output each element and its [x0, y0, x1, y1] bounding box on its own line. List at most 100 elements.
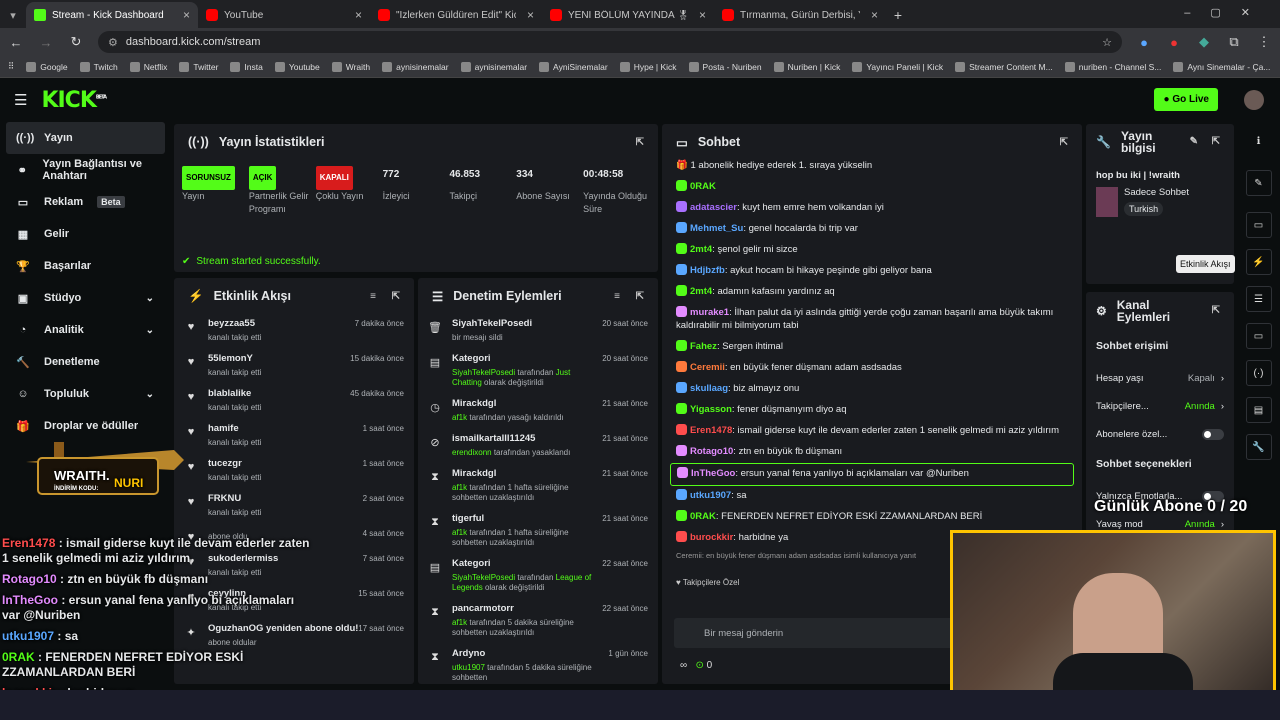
setting-row[interactable]: Takipçilere... Anında › [1086, 392, 1234, 420]
chat-message[interactable]: skullaag: biz almayız onu [662, 379, 1082, 400]
sidebar-item-7[interactable]: 🔨 Denetleme [0, 346, 172, 378]
moderator-name[interactable]: af1k [452, 528, 467, 537]
chat-message[interactable]: murake1: İlhan palut da iyi aslında gitt… [662, 303, 1082, 337]
moderator-name[interactable]: SiyahTekelPosedi [452, 573, 515, 582]
chat-username[interactable]: utku1907 [690, 490, 731, 501]
bookmark-item[interactable]: Streamer Content M... [955, 61, 1053, 72]
new-tab-button[interactable]: + [886, 2, 910, 28]
pinned-banner[interactable]: 🎁 1 abonelik hediye ederek 1. sıraya yük… [662, 160, 1082, 177]
moderation-row[interactable]: ⧗ tigerful af1k tarafından 1 hafta süreliğ… [418, 509, 658, 554]
moderator-name[interactable]: utku1907 [452, 663, 485, 672]
apps-grid-icon[interactable]: ⠿ [8, 61, 14, 72]
card-icon[interactable]: ▭ [1245, 212, 1272, 238]
bookmark-item[interactable]: Insta [230, 61, 263, 72]
extension-icon-2[interactable]: ● [1166, 35, 1182, 50]
bookmark-item[interactable]: Google [26, 61, 68, 72]
moderator-name[interactable]: erendixonn [452, 448, 492, 457]
chat-username[interactable]: InTheGoo [691, 468, 735, 479]
bookmark-item[interactable]: Nuriben | Kick [773, 61, 840, 72]
bookmark-star-icon[interactable]: ☆ [1102, 36, 1112, 49]
chat-message[interactable]: InTheGoo: ersun yanal fena yanlıyo bi aç… [670, 463, 1074, 486]
sidebar-item-8[interactable]: ☺ Topluluk ⌄ [0, 378, 172, 410]
kick-logo[interactable]: KICKBETA [41, 88, 107, 113]
chat-username[interactable]: 0RAK [690, 181, 716, 192]
bookmark-item[interactable]: Twitter [179, 61, 218, 72]
chat-message[interactable]: Mehmet_Su: genel hocalarda bi trip var [662, 219, 1082, 240]
chat-message[interactable]: utku1907: sa [662, 486, 1082, 507]
sidebar-item-3[interactable]: ▦ Gelir [0, 218, 172, 250]
sidebar-item-2[interactable]: ▭ Reklam Beta [0, 186, 172, 218]
tab-search-icon[interactable]: ▾ [0, 2, 26, 28]
moderation-row[interactable]: ⧗ Mirackdgl af1k tarafından 1 hafta süreli… [418, 464, 658, 509]
popout-icon[interactable]: ⇱ [392, 291, 400, 302]
chat-message[interactable]: Yigasson: fener düşmanıyım diyo aq [662, 400, 1082, 421]
bookmark-item[interactable]: Yayıncı Paneli | Kick [852, 61, 943, 72]
extensions-puzzle-icon[interactable]: ⧉ [1226, 34, 1242, 50]
activity-row[interactable]: ♥ 55lemonY kanalı takip etti 15 dakika önce [174, 349, 414, 384]
popout-icon[interactable]: ⇱ [636, 291, 644, 302]
edit-icon[interactable]: ✎ [1245, 170, 1272, 196]
sidebar-item-6[interactable]: ◔ Analitik ⌄ [0, 314, 172, 346]
moderation-row[interactable]: ▤ Kategori SiyahTekelPosedi tarafından Lea… [418, 554, 658, 599]
moderator-name[interactable]: af1k [452, 618, 467, 627]
category-thumbnail[interactable] [1096, 187, 1118, 217]
window-controls[interactable]: –▢✕ [1184, 6, 1270, 19]
chat-username[interactable]: 2mt4 [690, 286, 712, 297]
chat-username[interactable]: adatascier [690, 202, 737, 213]
browser-tab-youtube-3[interactable]: YENİ BÖLÜM YAYINDA 🎖 @O × [542, 2, 714, 28]
avatar[interactable] [1244, 90, 1264, 110]
chat-username[interactable]: 2mt4 [690, 244, 712, 255]
chat-username[interactable]: Mehmet_Su [690, 223, 743, 234]
broadcast-icon[interactable]: (·) [1245, 360, 1272, 386]
close-icon[interactable]: × [183, 8, 190, 22]
chat-message[interactable]: 0RAK [662, 177, 1082, 198]
moderation-row[interactable]: 🗑 SiyahTekelPosedi bir mesajı sildi 20 saat… [418, 314, 658, 349]
chat-username[interactable]: Rotago10 [690, 446, 733, 457]
close-icon[interactable]: × [871, 8, 878, 22]
popout-icon[interactable]: ⇱ [1212, 136, 1220, 148]
moderator-name[interactable]: af1k [452, 483, 467, 492]
chat-username[interactable]: Yigasson [690, 404, 732, 415]
chat-message[interactable]: Fahez: Sergen ihtimal [662, 337, 1082, 358]
back-icon[interactable]: ← [8, 35, 24, 50]
chat-message[interactable]: Ceremii: en büyük fener düşmanı adam asd… [662, 358, 1082, 379]
filter-icon[interactable]: ≡ [370, 291, 376, 302]
setting-row[interactable]: Abonelere özel... [1086, 420, 1234, 448]
activity-row[interactable]: ♥ FRKNU kanalı takip etti 2 saat önce [174, 489, 414, 524]
moderator-name[interactable]: SiyahTekelPosedi [452, 368, 515, 377]
moderation-row[interactable]: ⧗ Ardyno utku1907 tarafından 5 dakika süre… [418, 644, 658, 684]
lightning-icon[interactable]: ⚡ [1245, 249, 1272, 275]
chat-message[interactable]: Eren1478: ismail giderse kuyt ile devam … [662, 421, 1082, 442]
extension-icon-3[interactable]: ◆ [1196, 34, 1212, 50]
chat-username[interactable]: Fahez [690, 341, 717, 352]
popout-icon[interactable]: ⇱ [636, 137, 644, 148]
list-icon[interactable]: ☰ [1245, 286, 1272, 312]
bookmark-item[interactable]: Wraith [331, 61, 370, 72]
popout-icon[interactable]: ⇱ [1060, 137, 1068, 148]
chat-username[interactable]: 0RAK [690, 511, 716, 522]
bookmark-item[interactable]: aynisinemalar [382, 61, 449, 72]
chat-bubble-icon[interactable]: ▭ [1245, 323, 1272, 349]
chat-message[interactable]: 2mt4: adamın kafasını yardınız aq [662, 282, 1082, 303]
browser-tab-youtube-4[interactable]: Tırmanma, Gürün Derbisi, Yükse × [714, 2, 886, 28]
site-info-icon[interactable]: ⚙ [108, 36, 118, 49]
chat-points[interactable]: ∞ ⊙ 0 [680, 660, 712, 671]
chat-message[interactable]: 2mt4: şenol gelir mi sizce [662, 240, 1082, 261]
activity-row[interactable]: ♥ tucezgr kanalı takip etti 1 saat önce [174, 454, 414, 489]
popout-icon[interactable]: ⇱ [1212, 305, 1220, 317]
browser-tab-youtube[interactable]: YouTube × [198, 2, 370, 28]
activity-row[interactable]: ♥ beyzzaa55 kanalı takip etti 7 dakika önce [174, 314, 414, 349]
bookmark-item[interactable]: AyniSinemalar [539, 61, 608, 72]
sidebar-item-1[interactable]: ⚭ Yayın Bağlantısı ve Anahtarı [0, 154, 172, 186]
setting-row[interactable]: Hesap yaşı Kapalı › [1086, 364, 1234, 392]
chat-message[interactable]: 0RAK: FENERDEN NEFRET EDİYOR ESKİ ZZAMAN… [662, 507, 1082, 528]
reload-icon[interactable]: ↻ [68, 34, 84, 50]
extension-icon[interactable]: ● [1136, 35, 1152, 50]
bookmark-item[interactable]: Posta - Nuriben [688, 61, 762, 72]
chat-message[interactable]: Rotago10: ztn en büyük fb düşmanı [662, 442, 1082, 463]
filter-icon[interactable]: ≡ [614, 291, 620, 302]
moderator-name[interactable]: af1k [452, 413, 467, 422]
sidebar-item-0[interactable]: ((·)) Yayın [6, 122, 165, 154]
bookmark-item[interactable]: Aynı Sinemalar - Ça... [1173, 61, 1270, 72]
chat-username[interactable]: Eren1478 [690, 425, 732, 436]
